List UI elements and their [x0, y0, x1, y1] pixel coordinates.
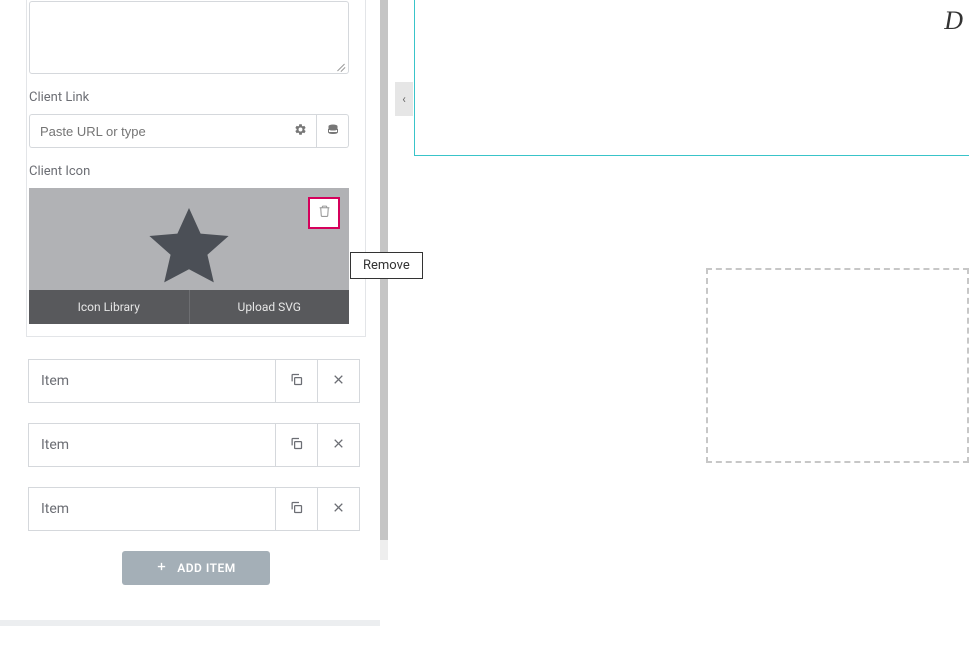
client-link-label: Client Link: [29, 90, 363, 105]
client-link-row: [29, 114, 349, 148]
client-icon-uploader: Icon Library Upload SVG: [29, 188, 349, 324]
remove-item-button[interactable]: [317, 488, 359, 530]
resize-handle-icon[interactable]: [336, 61, 346, 71]
remove-item-button[interactable]: [317, 360, 359, 402]
remove-icon-button[interactable]: [308, 197, 340, 229]
preview-corner-letter: D: [944, 6, 963, 36]
tab-icon-library[interactable]: Icon Library: [29, 290, 189, 324]
copy-icon: [289, 500, 304, 519]
client-link-input[interactable]: [29, 114, 285, 148]
star-icon: [139, 198, 239, 298]
active-item-card: Client Link Client Icon: [26, 0, 366, 337]
gear-icon: [294, 123, 307, 140]
database-icon: [327, 123, 339, 140]
remove-tooltip: Remove: [350, 252, 423, 279]
remove-item-button[interactable]: [317, 424, 359, 466]
editor-sidebar: Client Link Client Icon: [0, 0, 380, 650]
dynamic-tags-button[interactable]: [317, 114, 349, 148]
duplicate-item-button[interactable]: [275, 488, 317, 530]
trash-icon: [318, 204, 331, 222]
canvas-widget-outline[interactable]: D: [414, 0, 969, 156]
item-label: Item: [29, 437, 275, 453]
client-description-textarea[interactable]: [29, 1, 349, 74]
item-label: Item: [29, 373, 275, 389]
sidebar-scrollbar[interactable]: [380, 0, 388, 560]
duplicate-item-button[interactable]: [275, 360, 317, 402]
duplicate-item-button[interactable]: [275, 424, 317, 466]
copy-icon: [289, 372, 304, 391]
link-options-button[interactable]: [285, 114, 317, 148]
add-item-label: ADD ITEM: [177, 561, 236, 575]
repeater-item[interactable]: Item: [28, 487, 360, 531]
close-icon: [332, 437, 345, 454]
chevron-left-icon: ‹: [402, 92, 406, 106]
tab-upload-svg[interactable]: Upload SVG: [189, 290, 350, 324]
sidebar-section-divider: [0, 620, 380, 626]
close-icon: [332, 501, 345, 518]
repeater-item[interactable]: Item: [28, 423, 360, 467]
add-item-button[interactable]: ADD ITEM: [122, 551, 270, 585]
icon-source-tabs: Icon Library Upload SVG: [29, 290, 349, 324]
repeater-item[interactable]: Item: [28, 359, 360, 403]
copy-icon: [289, 436, 304, 455]
client-icon-label: Client Icon: [29, 164, 363, 179]
item-label: Item: [29, 501, 275, 517]
plus-icon: [156, 561, 167, 575]
close-icon: [332, 373, 345, 390]
canvas-dropzone[interactable]: [706, 268, 969, 463]
collapse-sidebar-button[interactable]: ‹: [395, 82, 413, 116]
